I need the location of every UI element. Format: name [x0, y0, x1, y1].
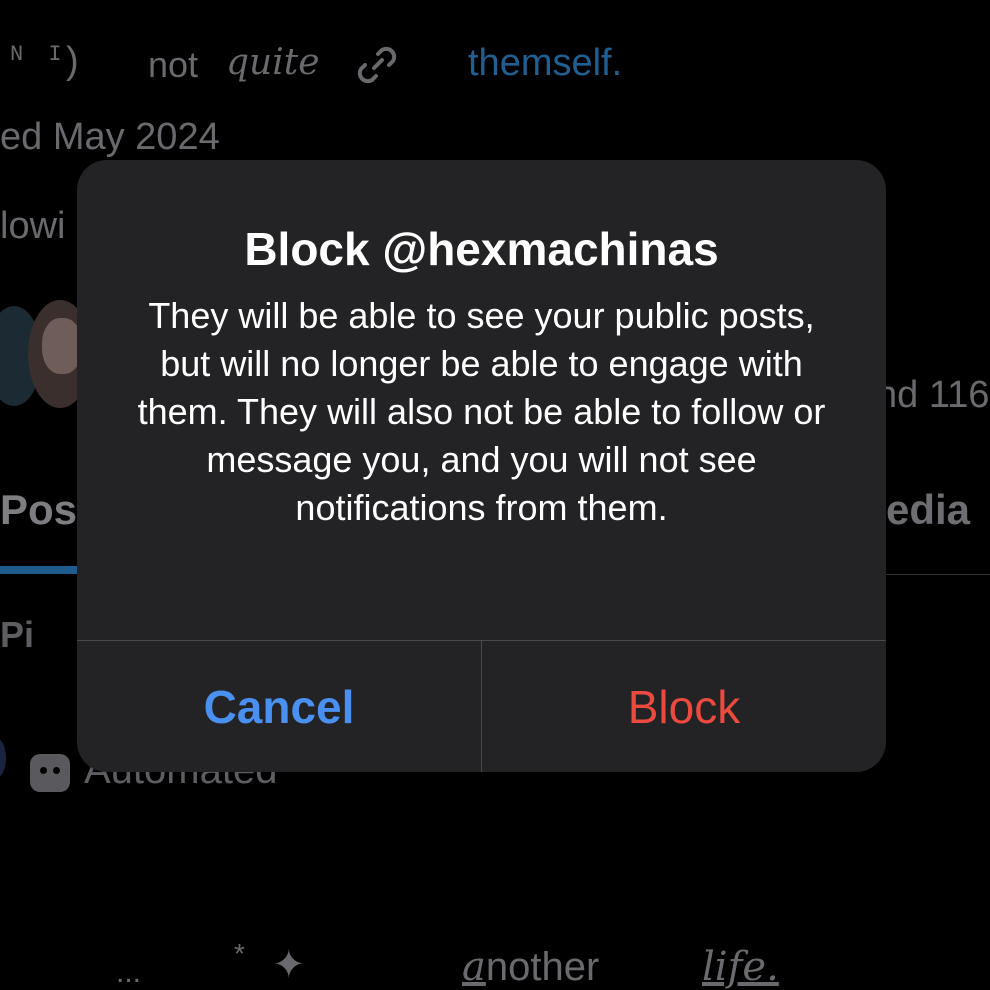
- robot-icon: [30, 754, 70, 792]
- dialog-title: Block @hexmachinas: [244, 223, 719, 275]
- bio-quite-text: quite: [226, 42, 320, 83]
- link-icon: [354, 42, 400, 88]
- tab-posts[interactable]: Pos: [0, 486, 77, 534]
- avatar[interactable]: [0, 738, 6, 778]
- bio-not-text: not: [148, 44, 199, 85]
- footer-another-text: another: [462, 944, 599, 990]
- pinned-label: Pi: [0, 614, 35, 655]
- bio-themself-link[interactable]: themself.: [468, 42, 622, 85]
- tab-divider: [886, 574, 990, 575]
- sparkle-icon: ✦: [272, 943, 306, 987]
- footer-another-rest: nother: [485, 945, 600, 989]
- footer-asterisk: *: [234, 938, 245, 969]
- bio-line: N I ) not quite themself.: [0, 40, 990, 90]
- footer-ellipsis: ...: [116, 956, 142, 989]
- footer-another-a: a: [462, 944, 486, 990]
- tab-media[interactable]: edia: [886, 486, 970, 534]
- followers-count[interactable]: nd 116: [876, 374, 989, 417]
- bio-mono-text: N I: [10, 42, 68, 67]
- tab-active-indicator: [0, 566, 80, 574]
- block-button[interactable]: Block: [482, 641, 886, 772]
- block-confirm-dialog: Block @hexmachinas They will be able to …: [77, 160, 886, 772]
- footer-life-text: life.: [702, 944, 779, 990]
- dialog-message: They will be able to see your public pos…: [137, 295, 826, 528]
- bio-paren: ): [66, 40, 79, 82]
- joined-date: ed May 2024: [0, 116, 220, 158]
- cancel-button[interactable]: Cancel: [77, 641, 481, 772]
- following-count[interactable]: lowi: [0, 205, 65, 248]
